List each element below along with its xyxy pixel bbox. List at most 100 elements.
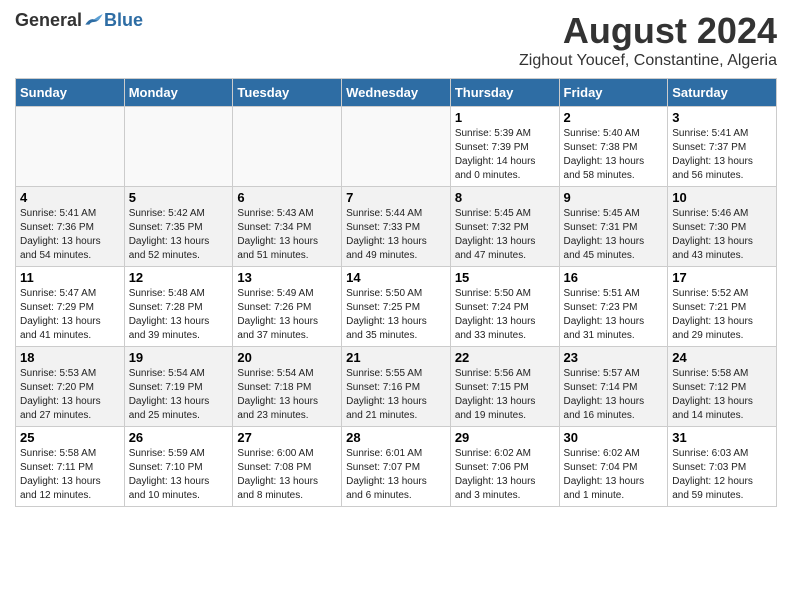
calendar-day: 13 Sunrise: 5:49 AMSunset: 7:26 PMDayligh… [233,267,342,347]
calendar-day: 20 Sunrise: 5:54 AMSunset: 7:18 PMDayligh… [233,347,342,427]
day-number: 26 [129,430,229,445]
calendar-day: 17Sunrise: 5:52 AMSunset: 7:21 PMDayligh… [668,267,777,347]
calendar-day: 15 Sunrise: 5:50 AMSunset: 7:24 PMDayligh… [450,267,559,347]
day-number: 7 [346,190,446,205]
day-info: Sunrise: 6:01 AMSunset: 7:07 PMDaylight:… [346,447,446,503]
calendar-day: 3 Sunrise: 5:41 AMSunset: 7:37 PMDaylight… [668,107,777,187]
day-number: 8 [455,190,555,205]
calendar-day: 21 Sunrise: 5:55 AMSunset: 7:16 PMDayligh… [342,347,451,427]
day-number: 30 [564,430,664,445]
day-number: 27 [237,430,337,445]
day-number: 12 [129,270,229,285]
day-number: 20 [237,350,337,365]
day-info: Sunrise: 5:40 AMSunset: 7:38 PMDaylight:… [564,127,664,183]
day-number: 1 [455,110,555,125]
day-number: 3 [672,110,772,125]
day-number: 16 [564,270,664,285]
day-number: 22 [455,350,555,365]
day-info: Sunrise: 5:56 AMSunset: 7:15 PMDaylight:… [455,367,555,423]
day-info: Sunrise: 6:03 AMSunset: 7:03 PMDaylight:… [672,447,772,503]
calendar-day [342,107,451,187]
header-sunday: Sunday [16,79,125,107]
day-info: Sunrise: 6:02 AMSunset: 7:06 PMDaylight:… [455,447,555,503]
day-number: 19 [129,350,229,365]
day-number: 18 [20,350,120,365]
calendar-day: 30 Sunrise: 6:02 AMSunset: 7:04 PMDayligh… [559,427,668,507]
day-info: Sunrise: 5:57 AMSunset: 7:14 PMDaylight:… [564,367,664,423]
calendar-day [233,107,342,187]
calendar-day: 31 Sunrise: 6:03 AMSunset: 7:03 PMDayligh… [668,427,777,507]
calendar-day: 27 Sunrise: 6:00 AMSunset: 7:08 PMDayligh… [233,427,342,507]
calendar-day: 16 Sunrise: 5:51 AMSunset: 7:23 PMDayligh… [559,267,668,347]
logo-blue-text: Blue [104,10,143,31]
day-info: Sunrise: 5:59 AMSunset: 7:10 PMDaylight:… [129,447,229,503]
day-info: Sunrise: 6:02 AMSunset: 7:04 PMDaylight:… [564,447,664,503]
day-info: Sunrise: 5:54 AMSunset: 7:19 PMDaylight:… [129,367,229,423]
calendar-day: 9Sunrise: 5:45 AMSunset: 7:31 PMDaylight… [559,187,668,267]
header-wednesday: Wednesday [342,79,451,107]
calendar-day: 26 Sunrise: 5:59 AMSunset: 7:10 PMDayligh… [124,427,233,507]
calendar-week-1: 1 Sunrise: 5:39 AMSunset: 7:39 PMDaylight… [16,107,777,187]
day-info: Sunrise: 5:53 AMSunset: 7:20 PMDaylight:… [20,367,120,423]
day-number: 29 [455,430,555,445]
day-info: Sunrise: 5:44 AMSunset: 7:33 PMDaylight:… [346,207,446,263]
calendar-day: 24Sunrise: 5:58 AMSunset: 7:12 PMDayligh… [668,347,777,427]
calendar-header-row: SundayMondayTuesdayWednesdayThursdayFrid… [16,79,777,107]
calendar-day: 29 Sunrise: 6:02 AMSunset: 7:06 PMDayligh… [450,427,559,507]
logo: General Blue [15,10,143,31]
day-info: Sunrise: 5:54 AMSunset: 7:18 PMDaylight:… [237,367,337,423]
calendar-day: 10 Sunrise: 5:46 AMSunset: 7:30 PMDayligh… [668,187,777,267]
day-number: 21 [346,350,446,365]
calendar-day: 14Sunrise: 5:50 AMSunset: 7:25 PMDayligh… [342,267,451,347]
logo-bird-icon [84,11,104,31]
day-number: 2 [564,110,664,125]
day-info: Sunrise: 5:47 AMSunset: 7:29 PMDaylight:… [20,287,120,343]
day-info: Sunrise: 5:42 AMSunset: 7:35 PMDaylight:… [129,207,229,263]
day-info: Sunrise: 5:45 AMSunset: 7:32 PMDaylight:… [455,207,555,263]
day-info: Sunrise: 5:45 AMSunset: 7:31 PMDaylight:… [564,207,664,263]
day-info: Sunrise: 5:46 AMSunset: 7:30 PMDaylight:… [672,207,772,263]
calendar-day: 22 Sunrise: 5:56 AMSunset: 7:15 PMDayligh… [450,347,559,427]
day-info: Sunrise: 5:39 AMSunset: 7:39 PMDaylight:… [455,127,555,183]
calendar-day: 25 Sunrise: 5:58 AMSunset: 7:11 PMDayligh… [16,427,125,507]
day-info: Sunrise: 6:00 AMSunset: 7:08 PMDaylight:… [237,447,337,503]
calendar-day: 28Sunrise: 6:01 AMSunset: 7:07 PMDayligh… [342,427,451,507]
calendar-week-2: 4Sunrise: 5:41 AMSunset: 7:36 PMDaylight… [16,187,777,267]
calendar-day: 18 Sunrise: 5:53 AMSunset: 7:20 PMDayligh… [16,347,125,427]
header-thursday: Thursday [450,79,559,107]
header-saturday: Saturday [668,79,777,107]
day-number: 31 [672,430,772,445]
page-header: General Blue August 2024 Zighout Youcef,… [15,10,777,70]
day-number: 23 [564,350,664,365]
day-number: 15 [455,270,555,285]
title-section: August 2024 Zighout Youcef, Constantine,… [519,10,777,70]
calendar-day: 11 Sunrise: 5:47 AMSunset: 7:29 PMDayligh… [16,267,125,347]
calendar-week-3: 11 Sunrise: 5:47 AMSunset: 7:29 PMDayligh… [16,267,777,347]
month-title: August 2024 [519,10,777,52]
calendar-day: 12 Sunrise: 5:48 AMSunset: 7:28 PMDayligh… [124,267,233,347]
day-number: 6 [237,190,337,205]
day-info: Sunrise: 5:52 AMSunset: 7:21 PMDaylight:… [672,287,772,343]
calendar-day: 8 Sunrise: 5:45 AMSunset: 7:32 PMDaylight… [450,187,559,267]
day-info: Sunrise: 5:51 AMSunset: 7:23 PMDaylight:… [564,287,664,343]
calendar-week-4: 18 Sunrise: 5:53 AMSunset: 7:20 PMDayligh… [16,347,777,427]
calendar-table: SundayMondayTuesdayWednesdayThursdayFrid… [15,78,777,507]
day-info: Sunrise: 5:50 AMSunset: 7:25 PMDaylight:… [346,287,446,343]
day-info: Sunrise: 5:43 AMSunset: 7:34 PMDaylight:… [237,207,337,263]
location-title: Zighout Youcef, Constantine, Algeria [519,52,777,70]
day-info: Sunrise: 5:41 AMSunset: 7:37 PMDaylight:… [672,127,772,183]
day-number: 13 [237,270,337,285]
day-info: Sunrise: 5:55 AMSunset: 7:16 PMDaylight:… [346,367,446,423]
day-info: Sunrise: 5:48 AMSunset: 7:28 PMDaylight:… [129,287,229,343]
day-number: 25 [20,430,120,445]
day-number: 5 [129,190,229,205]
day-number: 10 [672,190,772,205]
day-info: Sunrise: 5:50 AMSunset: 7:24 PMDaylight:… [455,287,555,343]
calendar-day [16,107,125,187]
day-info: Sunrise: 5:58 AMSunset: 7:11 PMDaylight:… [20,447,120,503]
calendar-day: 6 Sunrise: 5:43 AMSunset: 7:34 PMDaylight… [233,187,342,267]
logo-general-text: General [15,10,82,31]
day-info: Sunrise: 5:49 AMSunset: 7:26 PMDaylight:… [237,287,337,343]
day-number: 11 [20,270,120,285]
calendar-day: 5 Sunrise: 5:42 AMSunset: 7:35 PMDaylight… [124,187,233,267]
